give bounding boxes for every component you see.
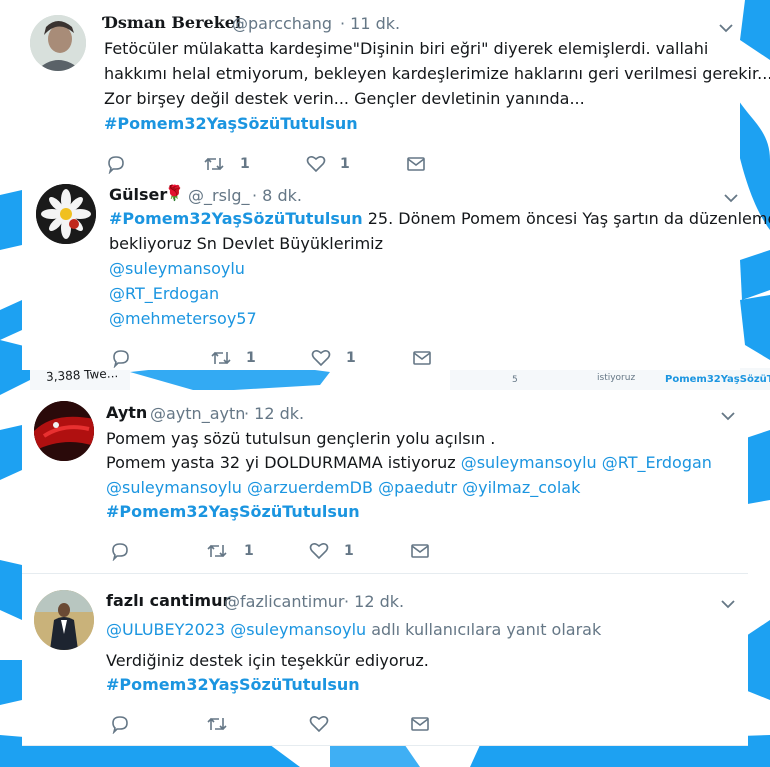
like-icon[interactable] (309, 541, 329, 561)
tweet-card-2[interactable]: Gülser 🌹 @_rslg_ · 8 dk. #Pomem32YaşSözü… (22, 182, 770, 370)
chevron-down-icon[interactable] (720, 408, 736, 424)
tweet-timestamp[interactable]: · 11 dk. (340, 14, 400, 33)
tweet-text-line-1: Fetöcüler mülakatta kardeşime"Dişinin bi… (104, 39, 709, 58)
user-handle[interactable]: @aytn_aytn (150, 404, 245, 423)
background-reply-fragment: istiyoruz (597, 373, 636, 383)
tweet-divider (22, 745, 748, 746)
user-handle[interactable]: @parcchang (232, 14, 332, 33)
tweet-text-line-1: Pomem yaş sözü tutulsun gençlerin yolu a… (106, 429, 496, 448)
background-retweet-count: 5 (512, 375, 518, 385)
hashtag-link[interactable]: #Pomem32YaşSözüTutulsun (106, 673, 360, 698)
avatar-image (34, 401, 94, 461)
avatar-image (36, 184, 96, 244)
retweet-icon[interactable] (211, 348, 231, 368)
tweet-text-line-2: hakkımı helal etmiyorum, bekleyen kardeş… (104, 64, 770, 83)
retweet-icon[interactable] (207, 541, 227, 561)
retweet-count: 1 (246, 350, 256, 366)
reply-icon[interactable] (110, 541, 130, 561)
avatar[interactable] (30, 15, 86, 71)
hashtag-link[interactable]: #Pomem32YaşSözüTutulsun (104, 112, 358, 137)
avatar[interactable] (36, 184, 96, 244)
tweet-timestamp[interactable]: · 8 dk. (252, 186, 302, 205)
mention-link[interactable]: @RT_Erdogan (109, 282, 219, 307)
retweet-icon[interactable] (204, 154, 224, 174)
tweet-card-3[interactable]: Aytn @aytn_aytn · 12 dk. Pomem yaş sözü … (22, 390, 748, 574)
tweet-text-line-1: Verdiğiniz destek için teşekkür ediyoruz… (106, 651, 429, 670)
tweet-text-line-1: #Pomem32YaşSözüTutulsun 25. Dönem Pomem … (109, 207, 770, 232)
reply-icon[interactable] (111, 348, 131, 368)
like-count: 1 (344, 543, 354, 559)
like-count: 1 (346, 350, 356, 366)
background-hashtag-fragment: Pomem32YaşSözüTutuls (665, 374, 770, 385)
like-icon[interactable] (309, 714, 329, 734)
avatar-image (34, 590, 94, 650)
display-name[interactable]: Aytn (106, 403, 147, 422)
like-icon[interactable] (306, 154, 326, 174)
message-icon[interactable] (406, 154, 426, 174)
reply-suffix: adlı kullanıcılara yanıt olarak (366, 620, 602, 639)
reply-icon[interactable] (110, 714, 130, 734)
mention-links[interactable]: @suleymansoylu @arzuerdemDB @paedutr @yi… (106, 476, 580, 501)
chevron-down-icon[interactable] (720, 596, 736, 612)
user-handle[interactable]: @fazlicantimur (224, 592, 345, 611)
tweet-text-line-2: Pomem yasta 32 yi DOLDURMAMA istiyoruz @… (106, 451, 712, 476)
tweet-timestamp[interactable]: · 12 dk. (244, 404, 304, 423)
chevron-down-icon[interactable] (723, 190, 739, 206)
hashtag-link[interactable]: #Pomem32YaşSözüTutulsun (106, 500, 360, 525)
tweet-text-line-3: Zor birşey değil destek verin... Gençler… (104, 89, 585, 108)
user-handle[interactable]: @_rslg_ (188, 186, 250, 205)
like-icon[interactable] (311, 348, 331, 368)
tweet-timestamp[interactable]: · 12 dk. (344, 592, 404, 611)
message-icon[interactable] (412, 348, 432, 368)
display-name[interactable]: Ɗsman Berekel (104, 13, 241, 32)
chevron-down-icon[interactable] (718, 20, 734, 36)
retweet-count: 1 (240, 156, 250, 172)
tweet-card-4[interactable]: fazlı cantimur @fazlicantimur · 12 dk. @… (22, 574, 748, 746)
mention-link[interactable]: @mehmetersoy57 (109, 307, 257, 332)
tweet-card-1[interactable]: Ɗsman Berekel @parcchang · 11 dk. Fetöcü… (22, 0, 770, 182)
mention-links[interactable]: @suleymansoylu @RT_Erdogan (461, 453, 712, 472)
display-name[interactable]: fazlı cantimur (106, 591, 230, 610)
hashtag-link[interactable]: #Pomem32YaşSözüTutulsun (109, 209, 363, 228)
mention-link[interactable]: @suleymansoylu (109, 257, 245, 282)
display-name[interactable]: Gülser (109, 185, 167, 204)
tweet-text-plain: Pomem yasta 32 yi DOLDURMAMA istiyoruz (106, 453, 461, 472)
tweet-text-rest: 25. Dönem Pomem öncesi Yaş şartın da düz… (362, 209, 770, 228)
tweet-text-line-2: bekliyoruz Sn Devlet Büyüklerimiz (109, 234, 384, 253)
message-icon[interactable] (410, 541, 430, 561)
message-icon[interactable] (410, 714, 430, 734)
reply-icon[interactable] (106, 154, 126, 174)
like-count: 1 (340, 156, 350, 172)
retweet-count: 1 (244, 543, 254, 559)
rose-emoji: 🌹 (165, 184, 184, 202)
reply-context: @ULUBEY2023 @suleymansoylu adlı kullanıc… (106, 618, 601, 643)
avatar[interactable] (34, 401, 94, 461)
avatar[interactable] (34, 590, 94, 650)
retweet-icon[interactable] (207, 714, 227, 734)
avatar-image (30, 15, 86, 71)
mention-links[interactable]: @ULUBEY2023 @suleymansoylu (106, 620, 366, 639)
